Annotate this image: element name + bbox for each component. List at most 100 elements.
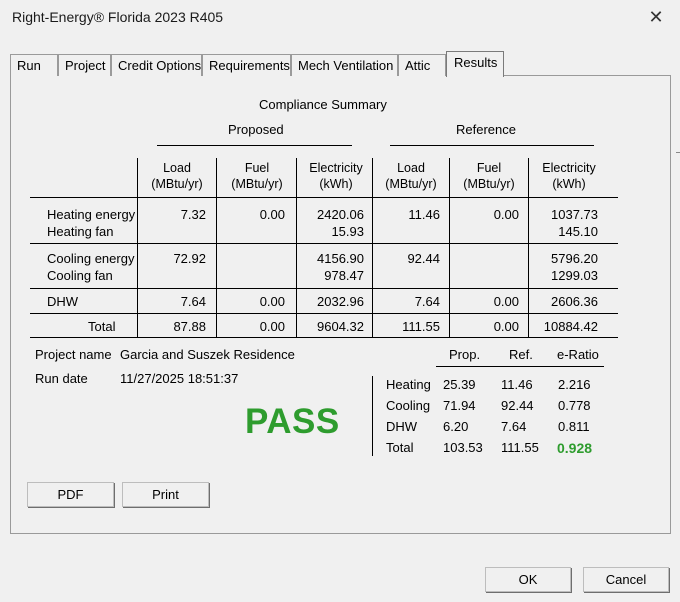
cell-value: 0.00	[259, 319, 285, 334]
tab-run[interactable]: Run	[10, 54, 58, 76]
cell-value: 0.00	[493, 319, 519, 334]
run-date-value: 11/27/2025 18:51:37	[120, 371, 239, 386]
proposed-heading: Proposed	[228, 122, 284, 137]
tab-label: Project	[65, 58, 106, 73]
cell-value: 2606.36	[551, 294, 598, 309]
eratio-cell: 6.20	[443, 419, 469, 434]
eratio-cell: 11.46	[501, 377, 533, 392]
table-column-rule	[296, 158, 297, 337]
row-label-heating-energy: Heating energy	[47, 207, 136, 222]
col-header-proposed-load: Load (MBtu/yr)	[151, 161, 203, 191]
cell-value: 7.64	[180, 294, 206, 309]
project-name-label: Project name	[35, 347, 112, 362]
eratio-header-ratio: e-Ratio	[557, 347, 599, 362]
table-column-rule	[372, 158, 373, 337]
eratio-row-label: Cooling	[386, 398, 431, 413]
cell-value: 1299.03	[551, 268, 598, 283]
table-bottom-rule	[30, 337, 618, 338]
table-column-rule	[449, 158, 450, 337]
cancel-button[interactable]: Cancel	[583, 567, 669, 592]
eratio-header-prop: Prop.	[449, 347, 481, 362]
eratio-row-label: Total	[386, 440, 414, 455]
table-column-rule	[528, 158, 529, 337]
cell-value: 0.00	[493, 294, 519, 309]
print-button[interactable]: Print	[122, 482, 209, 507]
table-column-rule	[137, 158, 138, 337]
eratio-cell: 7.64	[501, 419, 527, 434]
cell-value: 15.93	[331, 224, 364, 239]
row-label-heating-fan: Heating fan	[47, 224, 114, 239]
cell-value: 0.00	[493, 207, 519, 222]
cell-value: 0.00	[259, 207, 285, 222]
cell-value: 11.46	[408, 207, 440, 222]
cell-value: 7.32	[180, 207, 206, 222]
row-label-cooling-fan: Cooling fan	[47, 268, 113, 283]
compliance-result: PASS	[245, 402, 340, 441]
cell-value: 9604.32	[317, 319, 364, 334]
eratio-header-ref: Ref.	[509, 347, 533, 362]
table-row-rule	[30, 243, 618, 244]
table-row-rule	[30, 313, 618, 314]
eratio-header-rule	[436, 366, 604, 367]
tab-label: Attic	[405, 58, 431, 73]
tab-label: Requirements	[209, 58, 290, 73]
tab-attic[interactable]: Attic	[398, 54, 446, 76]
ok-button[interactable]: OK	[485, 567, 571, 592]
eratio-cell: 2.216	[558, 377, 591, 392]
reference-heading: Reference	[456, 122, 516, 137]
row-label-total: Total	[88, 319, 116, 334]
cell-value: 1037.73	[551, 207, 598, 222]
tab-label: Credit Options	[118, 58, 202, 73]
close-icon[interactable]: ✕	[646, 8, 666, 28]
cell-value: 0.00	[259, 294, 285, 309]
run-date-label: Run date	[35, 371, 88, 386]
col-header-proposed-electricity: Electricity (kWh)	[309, 161, 363, 191]
eratio-row-label: DHW	[386, 419, 418, 434]
tab-label: Results	[454, 55, 498, 70]
tab-mech-ventilation[interactable]: Mech Ventilation	[291, 54, 398, 76]
tab-project[interactable]: Project	[58, 54, 111, 76]
cell-value: 111.55	[402, 319, 440, 334]
col-header-reference-load: Load (MBtu/yr)	[385, 161, 437, 191]
cell-value: 7.64	[414, 294, 440, 309]
title-bar: Right-Energy® Florida 2023 R405 ✕	[0, 0, 680, 36]
eratio-cell: 0.778	[558, 398, 591, 413]
cell-value: 5796.20	[551, 251, 598, 266]
eratio-cell: 25.39	[443, 377, 476, 392]
table-column-rule	[216, 158, 217, 337]
tab-results[interactable]: Results	[446, 51, 504, 77]
tab-credit-options[interactable]: Credit Options	[111, 54, 202, 76]
cell-value: 72.92	[173, 251, 206, 266]
window-title: Right-Energy® Florida 2023 R405	[12, 9, 224, 25]
eratio-cell: 0.811	[558, 419, 590, 434]
eratio-left-rule	[372, 376, 373, 456]
table-row-rule	[30, 288, 618, 289]
cell-value: 4156.90	[317, 251, 364, 266]
cell-value: 92.44	[407, 251, 440, 266]
cell-value: 2032.96	[317, 294, 364, 309]
tab-label: Run	[17, 58, 41, 73]
proposed-underline	[157, 145, 352, 146]
tab-requirements[interactable]: Requirements	[202, 54, 291, 76]
pdf-button[interactable]: PDF	[27, 482, 114, 507]
eratio-cell: 103.53	[443, 440, 483, 455]
compliance-summary-title: Compliance Summary	[259, 97, 387, 112]
tab-label: Mech Ventilation	[298, 58, 394, 73]
cell-value: 10884.42	[543, 319, 598, 334]
eratio-row-label: Heating	[386, 377, 431, 392]
cell-value: 87.88	[173, 319, 206, 334]
table-header-rule	[30, 197, 618, 198]
eratio-cell: 92.44	[501, 398, 534, 413]
project-name-value: Garcia and Suszek Residence	[120, 347, 295, 362]
reference-underline	[390, 145, 594, 146]
eratio-cell: 71.94	[443, 398, 476, 413]
eratio-cell: 111.55	[501, 440, 539, 455]
cell-value: 978.47	[324, 268, 364, 283]
col-header-proposed-fuel: Fuel (MBtu/yr)	[231, 161, 283, 191]
eratio-total-value: 0.928	[557, 440, 593, 456]
row-label-dhw: DHW	[47, 294, 79, 309]
col-header-reference-electricity: Electricity (kWh)	[542, 161, 596, 191]
col-header-reference-fuel: Fuel (MBtu/yr)	[463, 161, 515, 191]
window-edge-mark	[676, 152, 680, 153]
row-label-cooling-energy: Cooling energy	[47, 251, 135, 266]
